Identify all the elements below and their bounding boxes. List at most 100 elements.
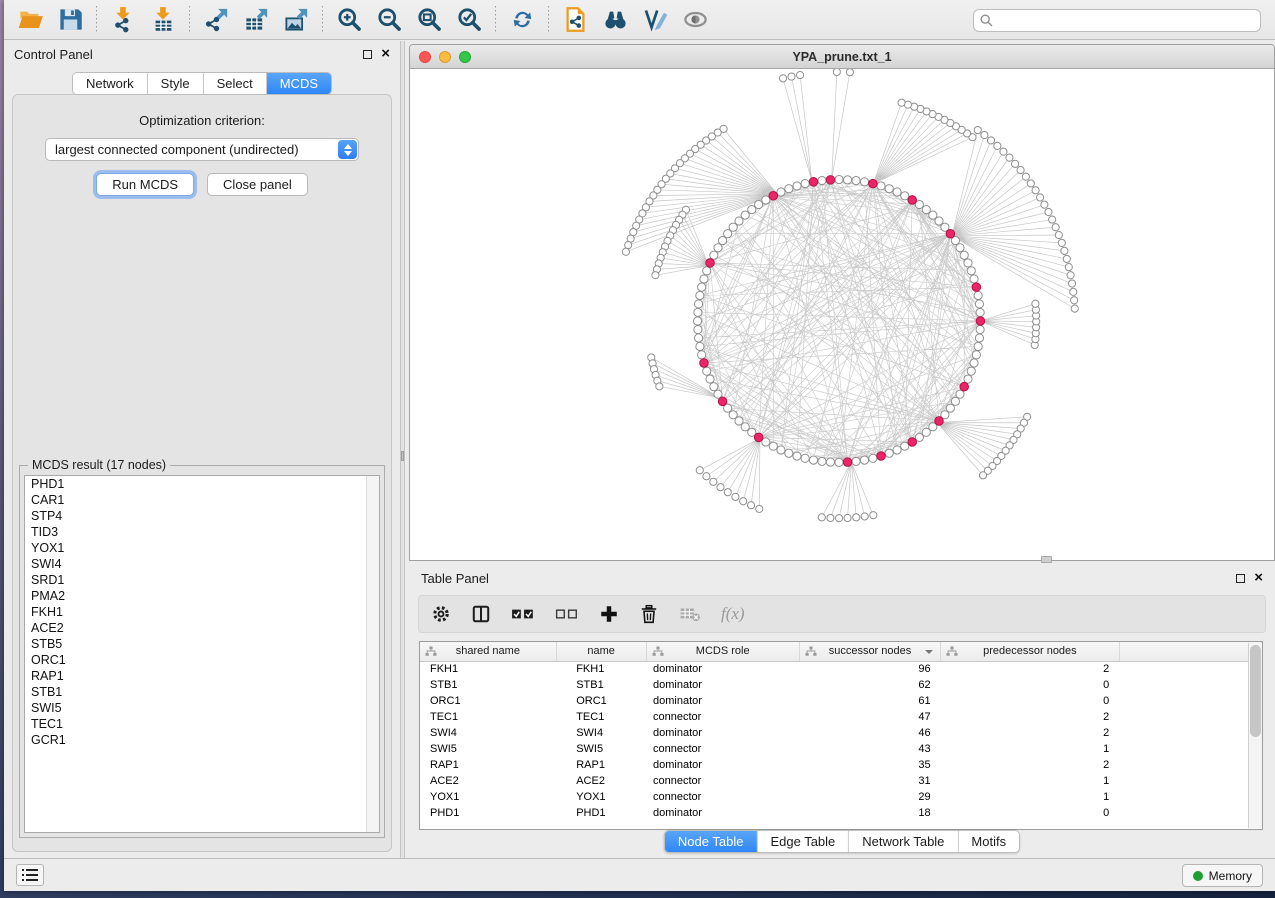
table-cell[interactable]: dominator (646, 693, 799, 709)
tab-select[interactable]: Select (204, 73, 267, 94)
table-row[interactable]: YOX1YOX1connector291 (420, 789, 1262, 805)
table-scrollbar-thumb[interactable] (1250, 645, 1261, 737)
table-mode-gear-icon[interactable] (431, 602, 451, 626)
splitter-grip-icon[interactable] (401, 451, 404, 461)
mcds-result-item[interactable]: STB1 (25, 684, 379, 700)
splitter-grip-icon[interactable] (1041, 556, 1052, 563)
table-row[interactable]: STB1STB1dominator620 (420, 677, 1262, 693)
table-cell[interactable]: STB1 (556, 677, 646, 693)
table-row[interactable]: FKH1FKH1dominator962 (420, 661, 1262, 677)
criterion-select[interactable]: largest connected component (undirected) (45, 138, 359, 161)
close-panel-icon[interactable]: × (1254, 573, 1263, 583)
table-cell[interactable]: 47 (799, 709, 940, 725)
table-row[interactable]: TEC1TEC1connector472 (420, 709, 1262, 725)
table-cell[interactable]: dominator (646, 757, 799, 773)
table-cell[interactable]: 61 (799, 693, 940, 709)
mcds-result-item[interactable]: FKH1 (25, 604, 379, 620)
style-pen-icon[interactable] (635, 3, 675, 37)
table-cell[interactable]: 2 (941, 757, 1120, 773)
search-input[interactable] (997, 14, 1254, 28)
zoom-in-icon[interactable] (329, 3, 369, 37)
save-session-icon[interactable] (50, 3, 90, 37)
network-titlebar[interactable]: YPA_prune.txt_1 (410, 45, 1274, 69)
deselect-all-rows-icon[interactable] (555, 602, 579, 626)
table-cell[interactable]: YOX1 (556, 789, 646, 805)
table-scrollbar[interactable] (1248, 643, 1262, 828)
select-all-rows-icon[interactable] (511, 602, 535, 626)
table-cell[interactable]: dominator (646, 805, 799, 821)
refresh-network-icon[interactable] (502, 3, 542, 37)
table-cell[interactable]: 62 (799, 677, 940, 693)
zoom-out-icon[interactable] (369, 3, 409, 37)
import-network-icon[interactable] (103, 3, 143, 37)
zoom-selected-icon[interactable] (449, 3, 489, 37)
window-close-icon[interactable] (419, 51, 431, 63)
task-history-button[interactable] (16, 864, 44, 886)
tab-node-table[interactable]: Node Table (665, 831, 758, 852)
close-panel-button[interactable]: Close panel (207, 173, 308, 196)
export-image-icon[interactable] (276, 3, 316, 37)
column-header-MCDS-role[interactable]: MCDS role (646, 642, 799, 661)
mcds-result-item[interactable]: STB5 (25, 636, 379, 652)
table-cell[interactable]: SWI4 (556, 725, 646, 741)
table-cell[interactable]: dominator (646, 661, 799, 677)
table-cell[interactable]: connector (646, 789, 799, 805)
table-row[interactable]: SWI5SWI5connector431 (420, 741, 1262, 757)
window-minimize-icon[interactable] (439, 51, 451, 63)
table-cell[interactable]: ACE2 (420, 773, 556, 789)
table-cell[interactable]: STB1 (420, 677, 556, 693)
table-cell[interactable]: 29 (799, 789, 940, 805)
show-details-eye-icon[interactable] (675, 3, 715, 37)
mcds-result-item[interactable]: PHD1 (25, 476, 379, 492)
mcds-result-item[interactable]: TID3 (25, 524, 379, 540)
close-panel-icon[interactable]: × (381, 49, 390, 59)
table-row[interactable]: ACE2ACE2connector311 (420, 773, 1262, 789)
table-cell[interactable]: 96 (799, 661, 940, 677)
table-cell[interactable]: FKH1 (556, 661, 646, 677)
table-cell[interactable]: RAP1 (556, 757, 646, 773)
table-cell[interactable]: TEC1 (556, 709, 646, 725)
mcds-result-item[interactable]: ACE2 (25, 620, 379, 636)
table-cell[interactable]: RAP1 (420, 757, 556, 773)
show-columns-icon[interactable] (471, 602, 491, 626)
mcds-result-item[interactable]: TEC1 (25, 716, 379, 732)
table-cell[interactable]: dominator (646, 725, 799, 741)
table-cell[interactable]: TEC1 (420, 709, 556, 725)
memory-button[interactable]: Memory (1182, 864, 1263, 887)
table-cell[interactable]: connector (646, 741, 799, 757)
table-row[interactable]: RAP1RAP1dominator352 (420, 757, 1262, 773)
mcds-result-item[interactable]: ORC1 (25, 652, 379, 668)
result-list-scrollbar[interactable] (366, 476, 379, 832)
table-cell[interactable]: 18 (799, 805, 940, 821)
tab-motifs[interactable]: Motifs (958, 831, 1019, 852)
export-table-icon[interactable] (236, 3, 276, 37)
mcds-result-item[interactable]: SRD1 (25, 572, 379, 588)
table-cell[interactable]: 1 (941, 789, 1120, 805)
table-cell[interactable]: SWI5 (420, 741, 556, 757)
delete-columns-icon[interactable] (639, 602, 659, 626)
network-from-file-icon[interactable] (555, 3, 595, 37)
window-maximize-icon[interactable] (459, 51, 471, 63)
network-canvas[interactable] (410, 69, 1274, 560)
table-cell[interactable]: SWI4 (420, 725, 556, 741)
table-cell[interactable]: dominator (646, 677, 799, 693)
table-cell[interactable]: 31 (799, 773, 940, 789)
table-cell[interactable]: PHD1 (420, 805, 556, 821)
table-cell[interactable]: 0 (941, 677, 1120, 693)
table-cell[interactable]: 2 (941, 661, 1120, 677)
column-header-successor-nodes[interactable]: successor nodes (799, 642, 940, 661)
table-cell[interactable]: 46 (799, 725, 940, 741)
float-panel-icon[interactable] (363, 50, 372, 59)
mcds-result-item[interactable]: PMA2 (25, 588, 379, 604)
table-cell[interactable]: SWI5 (556, 741, 646, 757)
run-mcds-button[interactable]: Run MCDS (96, 173, 194, 196)
tab-mcds[interactable]: MCDS (267, 73, 331, 94)
mcds-result-item[interactable]: SWI4 (25, 556, 379, 572)
table-cell[interactable]: 43 (799, 741, 940, 757)
table-cell[interactable]: FKH1 (420, 661, 556, 677)
table-cell[interactable]: 2 (941, 725, 1120, 741)
mcds-result-item[interactable]: GCR1 (25, 732, 379, 748)
create-column-icon[interactable] (599, 602, 619, 626)
import-table-icon[interactable] (143, 3, 183, 37)
export-network-icon[interactable] (196, 3, 236, 37)
